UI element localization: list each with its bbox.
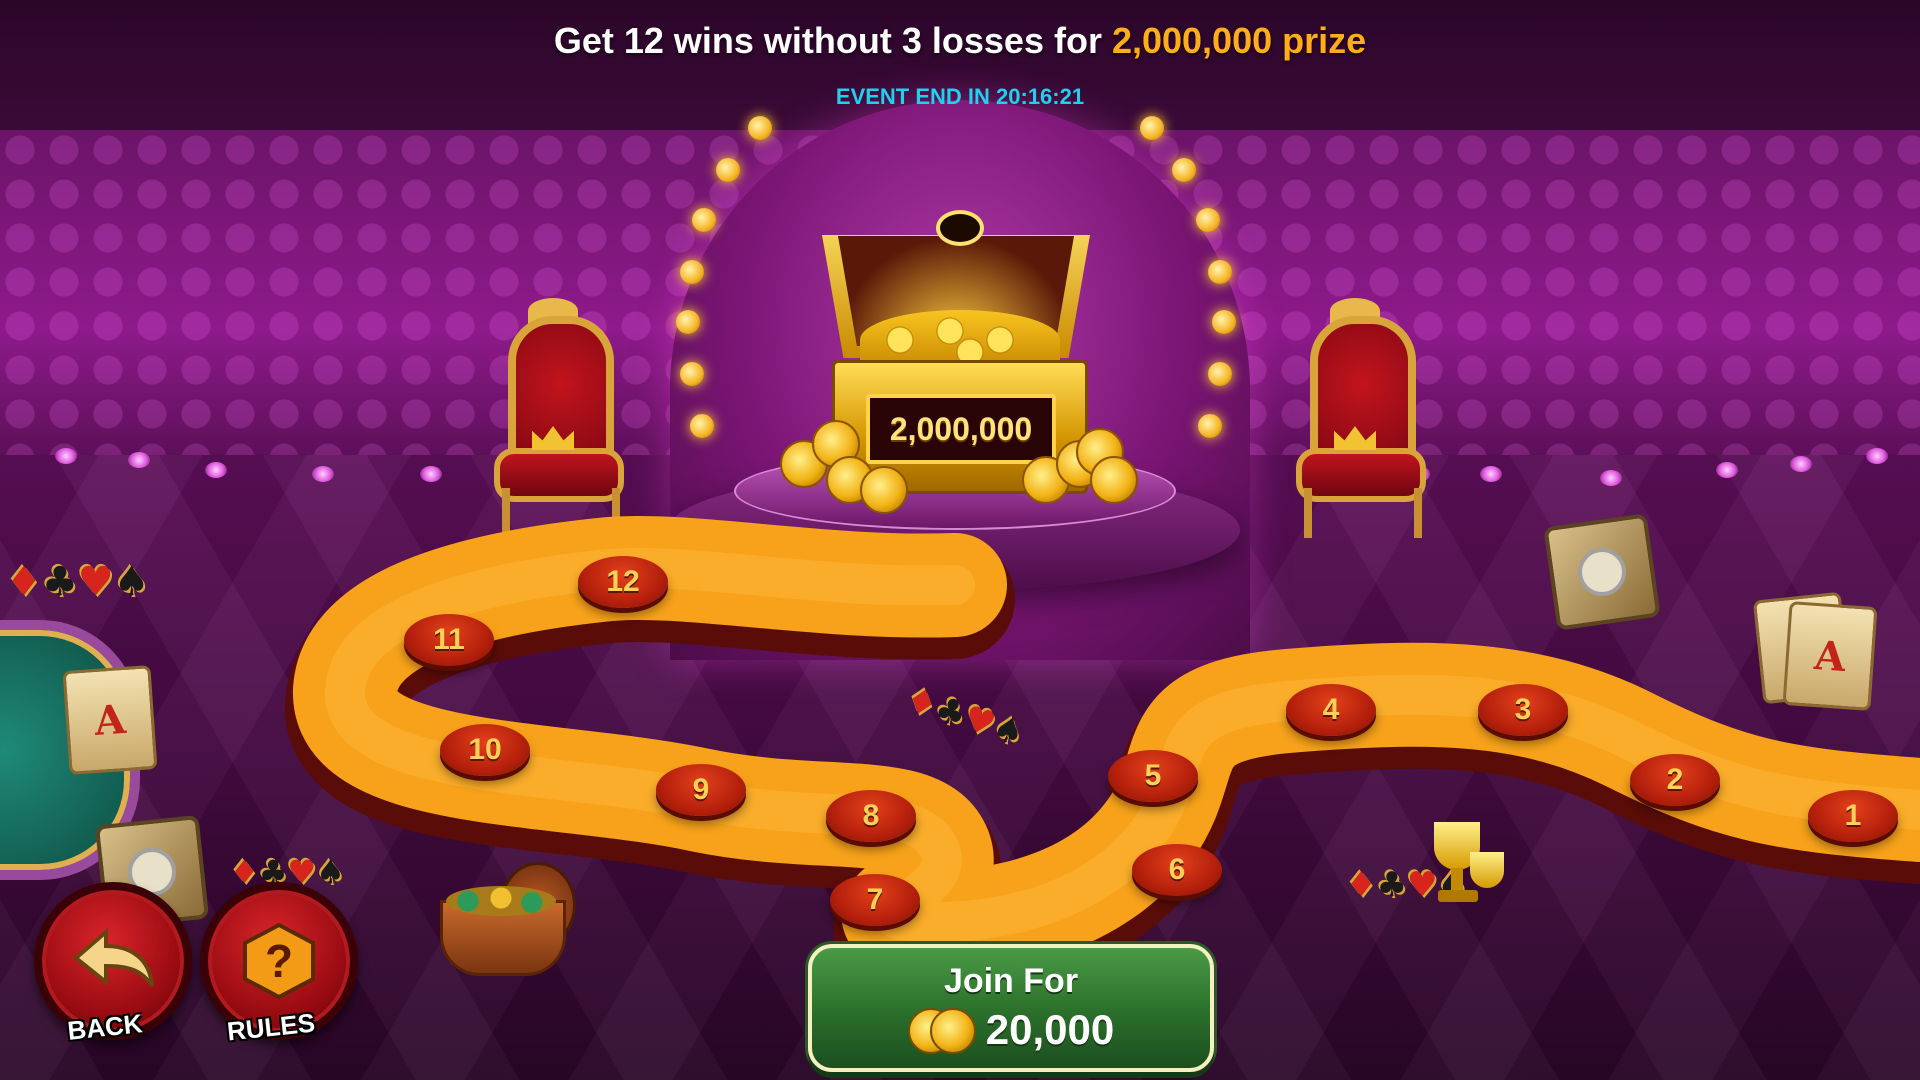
event-timer: EVENT END IN 20:16:21	[835, 84, 1085, 109]
step-7: 7	[830, 874, 920, 926]
headline-text: Get 12 wins without 3 losses for	[553, 20, 1102, 61]
step-11: 11	[404, 614, 494, 666]
join-price: 20,000	[985, 1006, 1115, 1053]
ace-card: A	[1782, 601, 1878, 711]
step-8: 8	[826, 790, 916, 842]
join-button[interactable]: Join For 20,000	[808, 944, 1214, 1072]
ace-card: A	[62, 665, 158, 775]
step-1: 1	[1808, 790, 1898, 842]
card-suits-icon: ♦♣♥♠	[6, 559, 150, 605]
step-3: 3	[1478, 684, 1568, 736]
step-4: 4	[1286, 684, 1376, 736]
headline-prize: 2,000,000 prize	[1111, 20, 1367, 61]
trophy-icon	[1420, 818, 1510, 918]
basket-gems	[446, 886, 556, 916]
svg-text:?: ?	[265, 935, 293, 987]
event-headline: Get 12 wins without 3 losses for 2,000,0…	[0, 20, 1920, 62]
step-9: 9	[656, 764, 746, 816]
join-price-row: 20,000	[812, 1006, 1210, 1054]
step-2: 2	[1630, 754, 1720, 806]
step-10: 10	[440, 724, 530, 776]
join-button-label: Join For	[943, 962, 1079, 1000]
step-6: 6	[1132, 844, 1222, 896]
coins-icon	[907, 1008, 976, 1054]
vault-tile	[1543, 513, 1661, 631]
step-12: 12	[578, 556, 668, 608]
step-5: 5	[1108, 750, 1198, 802]
